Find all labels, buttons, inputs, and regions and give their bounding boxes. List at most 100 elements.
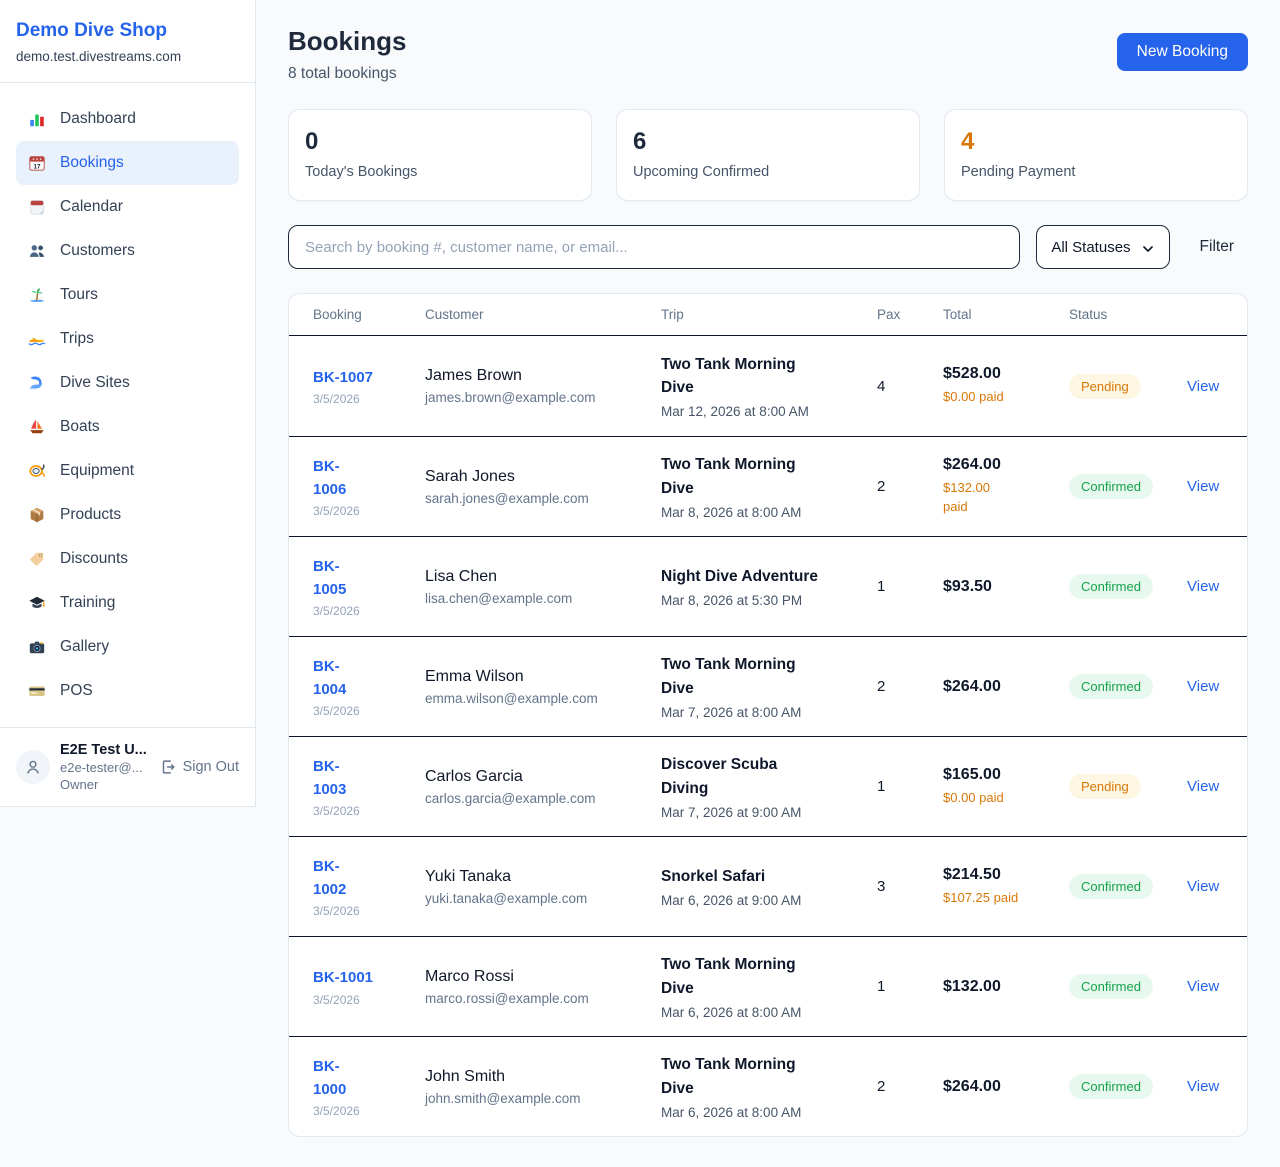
view-link[interactable]: View [1187, 378, 1223, 395]
booking-id-link[interactable]: BK- 1003 [313, 755, 425, 802]
view-link[interactable]: View [1187, 1078, 1223, 1095]
sidebar-item-label: Gallery [60, 638, 109, 656]
total-amount: $214.50 [943, 866, 1069, 884]
customer-email: emma.wilson@example.com [425, 691, 661, 706]
table-row: BK-1001 3/5/2026 Marco Rossi marco.rossi… [289, 936, 1247, 1036]
trip-name: Two Tank Morning Dive [661, 953, 877, 1000]
pax-count: 1 [877, 778, 943, 795]
view-link[interactable]: View [1187, 978, 1223, 995]
sidebar-item-gallery[interactable]: Gallery [16, 625, 239, 669]
view-link[interactable]: View [1187, 478, 1223, 495]
sidebar-item-customers[interactable]: Customers [16, 229, 239, 273]
booking-id-link[interactable]: BK-1001 [313, 966, 425, 989]
status-badge: Confirmed [1069, 974, 1153, 999]
sidebar-item-trips[interactable]: Trips [16, 317, 239, 361]
sidebar-item-label: Bookings [60, 154, 124, 172]
status-badge: Pending [1069, 774, 1141, 799]
status-badge: Confirmed [1069, 474, 1153, 499]
stat-value: 0 [305, 128, 575, 156]
user-info: E2E Test U... e2e-tester@... Owner [60, 742, 149, 792]
customer-name: Yuki Tanaka [425, 868, 661, 886]
sidebar-item-label: Customers [60, 242, 135, 260]
booking-id-link[interactable]: BK-1007 [313, 366, 425, 389]
status-filter-select[interactable]: All Statuses [1036, 225, 1169, 269]
paid-amount: $132.00 paid [943, 479, 1069, 517]
person-icon [24, 758, 42, 776]
new-booking-button[interactable]: New Booking [1117, 33, 1248, 71]
status-badge: Confirmed [1069, 674, 1153, 699]
sidebar-item-label: POS [60, 682, 93, 700]
booking-date: 3/5/2026 [313, 704, 425, 718]
booking-date: 3/5/2026 [313, 904, 425, 918]
paid-amount: $0.00 paid [943, 789, 1069, 808]
booking-date: 3/5/2026 [313, 804, 425, 818]
customer-name: Lisa Chen [425, 568, 661, 586]
booking-date: 3/5/2026 [313, 993, 425, 1007]
sidebar-item-bookings[interactable]: 17 Bookings [16, 141, 239, 185]
main-content: Bookings 8 total bookings New Booking 0 … [256, 0, 1280, 1167]
booking-date: 3/5/2026 [313, 604, 425, 618]
booking-id-link[interactable]: BK- 1000 [313, 1055, 425, 1102]
sidebar-item-products[interactable]: Products [16, 493, 239, 537]
island-icon [28, 286, 46, 304]
stat-value: 6 [633, 128, 903, 156]
column-header-customer: Customer [425, 307, 661, 322]
grad-cap-icon [28, 594, 46, 612]
sidebar-item-dive-sites[interactable]: Dive Sites [16, 361, 239, 405]
trip-name: Two Tank Morning Dive [661, 453, 877, 500]
customer-name: James Brown [425, 367, 661, 385]
user-role: Owner [60, 777, 149, 792]
customer-name: Emma Wilson [425, 668, 661, 686]
sign-out-label: Sign Out [183, 759, 239, 775]
sidebar-item-calendar[interactable]: Calendar [16, 185, 239, 229]
customer-name: Sarah Jones [425, 468, 661, 486]
view-link[interactable]: View [1187, 678, 1223, 695]
total-amount: $165.00 [943, 766, 1069, 784]
column-header-trip: Trip [661, 307, 877, 322]
stat-label: Upcoming Confirmed [633, 164, 903, 180]
table-row: BK- 1006 3/5/2026 Sarah Jones sarah.jone… [289, 436, 1247, 536]
trip-name: Night Dive Adventure [661, 565, 877, 588]
customer-name: Carlos Garcia [425, 768, 661, 786]
sidebar-item-pos[interactable]: POS [16, 669, 239, 713]
pax-count: 4 [877, 378, 943, 395]
booking-id-link[interactable]: BK- 1006 [313, 455, 425, 502]
filter-button[interactable]: Filter [1186, 238, 1248, 256]
sidebar-item-boats[interactable]: Boats [16, 405, 239, 449]
view-link[interactable]: View [1187, 778, 1223, 795]
booking-id-link[interactable]: BK- 1002 [313, 855, 425, 902]
sidebar-footer: E2E Test U... e2e-tester@... Owner Sign … [0, 727, 255, 806]
customer-email: marco.rossi@example.com [425, 991, 661, 1006]
customer-email: carlos.garcia@example.com [425, 791, 661, 806]
customer-email: john.smith@example.com [425, 1091, 661, 1106]
column-header-status: Status [1069, 307, 1187, 322]
sidebar-item-tours[interactable]: Tours [16, 273, 239, 317]
view-link[interactable]: View [1187, 578, 1223, 595]
sidebar-item-label: Equipment [60, 462, 134, 480]
sidebar-item-equipment[interactable]: Equipment [16, 449, 239, 493]
wave-icon [28, 374, 46, 392]
booking-id-link[interactable]: BK- 1004 [313, 655, 425, 702]
booking-id-link[interactable]: BK- 1005 [313, 555, 425, 602]
pax-count: 2 [877, 678, 943, 695]
sidebar-item-label: Training [60, 594, 115, 612]
sidebar-item-dashboard[interactable]: Dashboard [16, 97, 239, 141]
status-badge: Confirmed [1069, 1074, 1153, 1099]
page-header: Bookings 8 total bookings New Booking [288, 26, 1248, 83]
page-title: Bookings [288, 26, 406, 57]
customer-email: sarah.jones@example.com [425, 491, 661, 506]
view-link[interactable]: View [1187, 878, 1223, 895]
sign-out-button[interactable]: Sign Out [159, 758, 239, 776]
avatar [16, 750, 50, 784]
status-filter-value: All Statuses [1051, 239, 1130, 256]
search-input[interactable] [288, 225, 1020, 269]
sidebar-item-training[interactable]: Training [16, 581, 239, 625]
calendar-date-icon: 17 [28, 154, 46, 172]
total-amount: $264.00 [943, 1078, 1069, 1096]
dive-mask-icon [28, 462, 46, 480]
sidebar: Demo Dive Shop demo.test.divestreams.com… [0, 0, 256, 807]
total-amount: $93.50 [943, 578, 1069, 596]
sidebar-item-discounts[interactable]: Discounts [16, 537, 239, 581]
sidebar-item-label: Tours [60, 286, 98, 304]
table-header-row: Booking Customer Trip Pax Total Status [289, 294, 1247, 336]
